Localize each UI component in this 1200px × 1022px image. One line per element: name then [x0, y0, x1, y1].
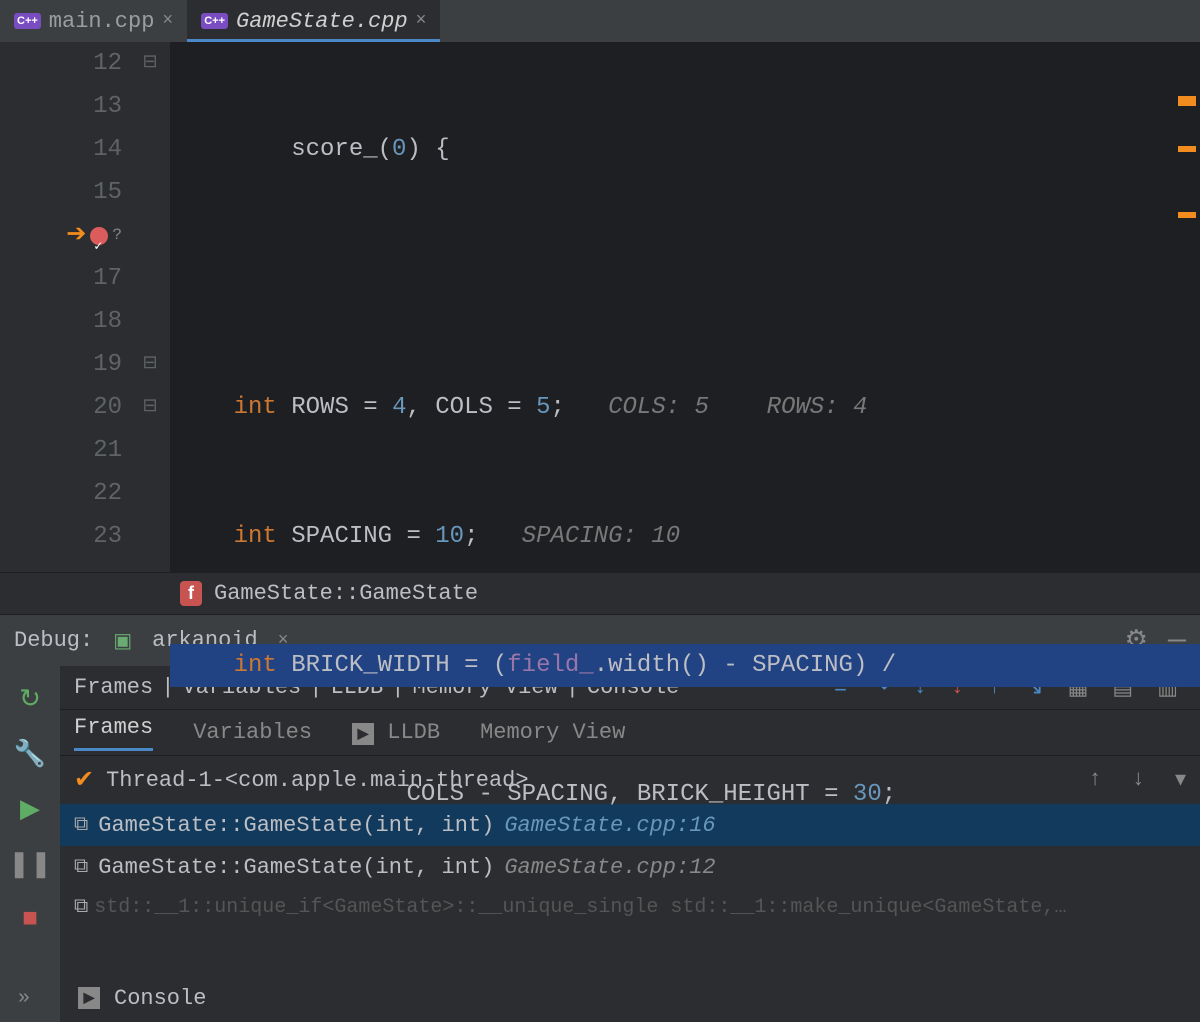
breakpoint-icon[interactable] [90, 227, 108, 245]
more-icon[interactable]: » [18, 987, 30, 1010]
t: field_ [507, 652, 593, 679]
close-icon[interactable]: × [416, 11, 427, 31]
t: SPACING = [291, 523, 435, 550]
t: 30 [853, 781, 882, 808]
t: 10 [435, 523, 464, 550]
line-number: 21 [93, 429, 122, 472]
console-icon: ▶ [78, 987, 100, 1009]
t: 4 [392, 394, 406, 421]
error-stripe [1178, 46, 1196, 258]
fold-icon[interactable]: ⊟ [130, 343, 170, 386]
t: BRICK_WIDTH = ( [291, 652, 507, 679]
code-editor[interactable]: 12 13 14 15 ➔ ? 16 17 18 19 20 21 22 23 … [0, 42, 1200, 572]
line-number: 12 [93, 42, 122, 85]
line-number: 22 [93, 472, 122, 515]
pause-icon[interactable]: ❚❚ [8, 849, 52, 880]
tab-frames[interactable]: Frames [74, 715, 153, 751]
t: int [234, 523, 277, 550]
t: 0 [392, 136, 406, 163]
wrench-icon[interactable]: 🔧 [14, 739, 46, 770]
t: ROWS = [291, 394, 392, 421]
line-number: 13 [93, 85, 122, 128]
line-number: 20 [93, 386, 122, 429]
t: ; [551, 394, 565, 421]
debug-title: Debug: [14, 628, 93, 653]
question-icon: ? [112, 214, 122, 257]
t: score_ [291, 136, 377, 163]
editor-tabs: C++ main.cpp × C++ GameState.cpp × [0, 0, 1200, 42]
t: ; [882, 781, 896, 808]
t: .width() - SPACING) / [594, 652, 896, 679]
execution-arrow-icon: ➔ [66, 214, 86, 257]
t: ( [378, 136, 392, 163]
line-number: 18 [93, 300, 122, 343]
stack-icon: ▣ [113, 628, 132, 654]
t: 5 [536, 394, 550, 421]
line-number: 23 [93, 515, 122, 558]
fold-icon[interactable]: ⊟ [130, 386, 170, 429]
t: int [234, 394, 277, 421]
check-icon: ✔ [74, 765, 94, 795]
line-number: 14 [93, 128, 122, 171]
editor-tab-gamestate[interactable]: C++ GameState.cpp × [187, 0, 440, 42]
fold-icon[interactable]: ⊟ [130, 42, 170, 85]
frame-icon: ⧉ [74, 895, 88, 919]
rerun-icon[interactable]: ↻ [19, 684, 41, 715]
tab-label: GameState.cpp [236, 9, 408, 34]
editor-tab-main[interactable]: C++ main.cpp × [0, 0, 187, 42]
close-icon[interactable]: × [162, 11, 173, 31]
stop-icon[interactable]: ■ [22, 904, 38, 934]
t: COLS = [435, 394, 536, 421]
debug-sidebar: ↻ 🔧 ▶ ❚❚ ■ [0, 666, 60, 1022]
frame-icon: ⧉ [74, 855, 88, 879]
line-number: 19 [93, 343, 122, 386]
cpp-icon: C++ [201, 13, 228, 29]
fold-column: ⊟ ⊟ ⊟ [130, 42, 170, 572]
t: COLS - SPACING, BRICK_HEIGHT = [176, 781, 853, 808]
t: ) { [406, 136, 449, 163]
inline-hint: COLS: 5 ROWS: 4 [608, 394, 867, 421]
t: int [234, 652, 277, 679]
cpp-icon: C++ [14, 13, 41, 29]
line-number: 15 [93, 171, 122, 214]
t: , [406, 394, 435, 421]
t: ; [464, 523, 478, 550]
code-area[interactable]: score_(0) { int ROWS = 4, COLS = 5; COLS… [170, 42, 1200, 572]
tab-label: main.cpp [49, 9, 155, 34]
gutter: 12 13 14 15 ➔ ? 16 17 18 19 20 21 22 23 [0, 42, 130, 572]
inline-hint: SPACING: 10 [522, 523, 680, 550]
resume-icon[interactable]: ▶ [20, 794, 40, 825]
crumb[interactable]: Frames [74, 675, 153, 700]
frame-icon: ⧉ [74, 813, 88, 837]
